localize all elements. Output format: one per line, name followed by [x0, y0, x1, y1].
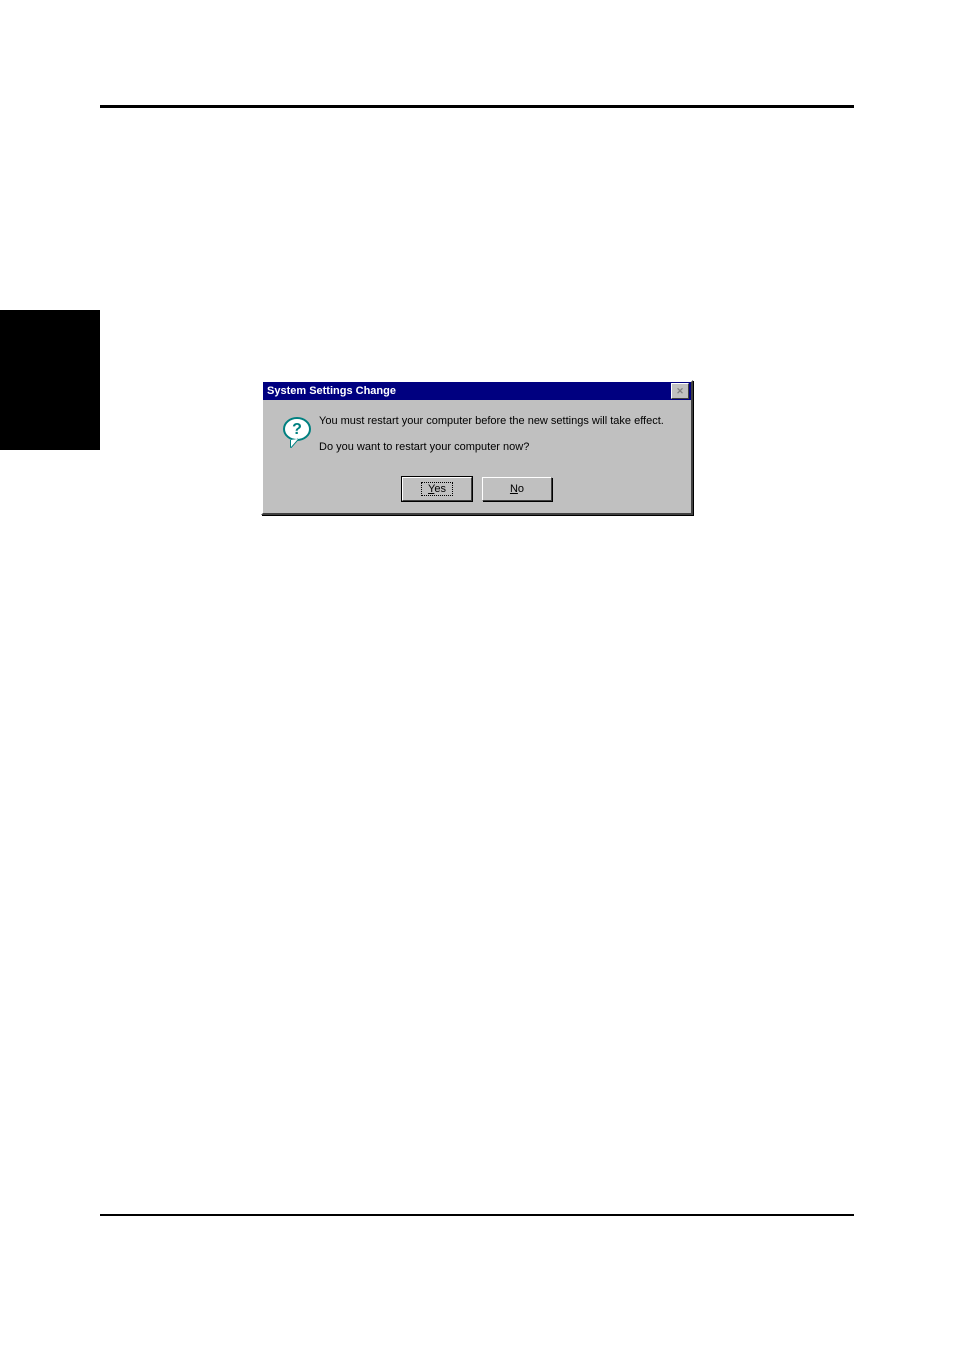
- svg-text:?: ?: [292, 421, 302, 438]
- system-settings-change-dialog: System Settings Change ✕ ? You must rest…: [261, 380, 693, 515]
- close-icon: ✕: [676, 387, 684, 396]
- dialog-title: System Settings Change: [267, 385, 396, 397]
- dialog-message-column: You must restart your computer before th…: [319, 414, 679, 467]
- yes-button[interactable]: Yes: [402, 477, 472, 501]
- page-divider-bottom: [100, 1214, 854, 1216]
- dialog-body: ? You must restart your computer before …: [263, 400, 691, 477]
- question-icon: ?: [281, 416, 313, 448]
- dialog-message-line1: You must restart your computer before th…: [319, 414, 679, 428]
- yes-button-label: Yes: [421, 482, 453, 496]
- dialog-titlebar: System Settings Change ✕: [263, 382, 691, 400]
- dialog-button-row: Yes No: [263, 477, 691, 513]
- no-button-label: No: [510, 483, 524, 495]
- page-divider-top: [100, 105, 854, 108]
- dialog-icon-column: ?: [275, 414, 319, 448]
- no-button[interactable]: No: [482, 477, 552, 501]
- side-tab: [0, 310, 100, 450]
- dialog-message-line2: Do you want to restart your computer now…: [319, 440, 679, 454]
- close-button[interactable]: ✕: [671, 383, 689, 399]
